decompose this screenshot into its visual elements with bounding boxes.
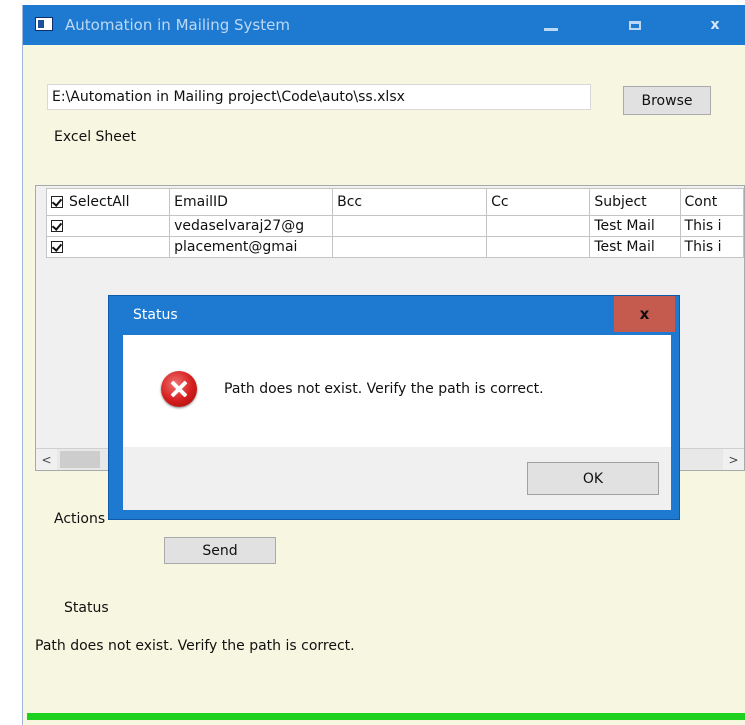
progress-bar [27, 713, 745, 720]
app-icon [35, 17, 53, 31]
cc-cell[interactable] [486, 236, 591, 258]
column-header-cc[interactable]: Cc [486, 188, 591, 216]
table-row[interactable]: placement@gmai Test Mail This i [45, 236, 745, 258]
column-header-email[interactable]: EmailID [169, 188, 334, 216]
cc-cell[interactable] [486, 215, 591, 237]
row-checkbox-cell[interactable] [45, 215, 171, 237]
status-label: Status [64, 600, 109, 616]
row-checkbox-cell[interactable] [45, 236, 171, 258]
select-all-checkbox[interactable] [51, 196, 63, 208]
select-all-header[interactable]: SelectAll [45, 188, 171, 216]
bcc-cell[interactable] [332, 215, 488, 237]
email-cell[interactable]: vedaselvaraj27@g [169, 215, 334, 237]
dialog-title: Status [133, 307, 178, 323]
scroll-right-arrow-icon[interactable]: > [723, 449, 744, 470]
email-cell[interactable]: placement@gmai [169, 236, 334, 258]
bcc-cell[interactable] [332, 236, 488, 258]
ok-button[interactable]: OK [527, 462, 659, 495]
table-header-row: SelectAll EmailID Bcc Cc Subject Cont [45, 188, 745, 216]
subject-cell[interactable]: Test Mail [589, 236, 681, 258]
content-cell[interactable]: This i [679, 215, 745, 237]
file-path-input[interactable] [47, 84, 591, 110]
row-checkbox[interactable] [51, 241, 63, 253]
column-header-bcc[interactable]: Bcc [332, 188, 488, 216]
close-button[interactable]: x [685, 5, 745, 45]
progress-fill [27, 713, 745, 720]
dialog-close-button[interactable]: x [614, 296, 675, 332]
window-title: Automation in Mailing System [65, 16, 290, 34]
table-row[interactable]: vedaselvaraj27@g Test Mail This i [45, 215, 745, 237]
email-table: SelectAll EmailID Bcc Cc Subject Cont ve… [45, 188, 745, 258]
actions-label: Actions [54, 511, 106, 527]
maximize-icon [629, 20, 641, 30]
dialog-footer: OK [123, 447, 671, 510]
send-button[interactable]: Send [164, 537, 276, 564]
minimize-button[interactable] [521, 5, 581, 45]
column-header-content[interactable]: Cont [679, 188, 745, 216]
scroll-left-arrow-icon[interactable]: < [36, 449, 57, 470]
content-cell[interactable]: This i [679, 236, 745, 258]
maximize-button[interactable] [605, 5, 665, 45]
dialog-body: Path does not exist. Verify the path is … [123, 335, 671, 447]
subject-cell[interactable]: Test Mail [589, 215, 681, 237]
row-checkbox[interactable] [51, 220, 63, 232]
column-header-subject[interactable]: Subject [589, 188, 681, 216]
minimize-icon [544, 27, 558, 31]
error-icon [161, 371, 197, 407]
status-message: Path does not exist. Verify the path is … [35, 638, 355, 654]
title-bar[interactable]: Automation in Mailing System x [23, 5, 745, 45]
browse-button[interactable]: Browse [623, 86, 711, 115]
scroll-thumb[interactable] [60, 451, 100, 468]
dialog-message: Path does not exist. Verify the path is … [224, 381, 544, 397]
status-dialog: Status x Path does not exist. Verify the… [108, 295, 680, 520]
excel-sheet-label: Excel Sheet [54, 129, 137, 145]
